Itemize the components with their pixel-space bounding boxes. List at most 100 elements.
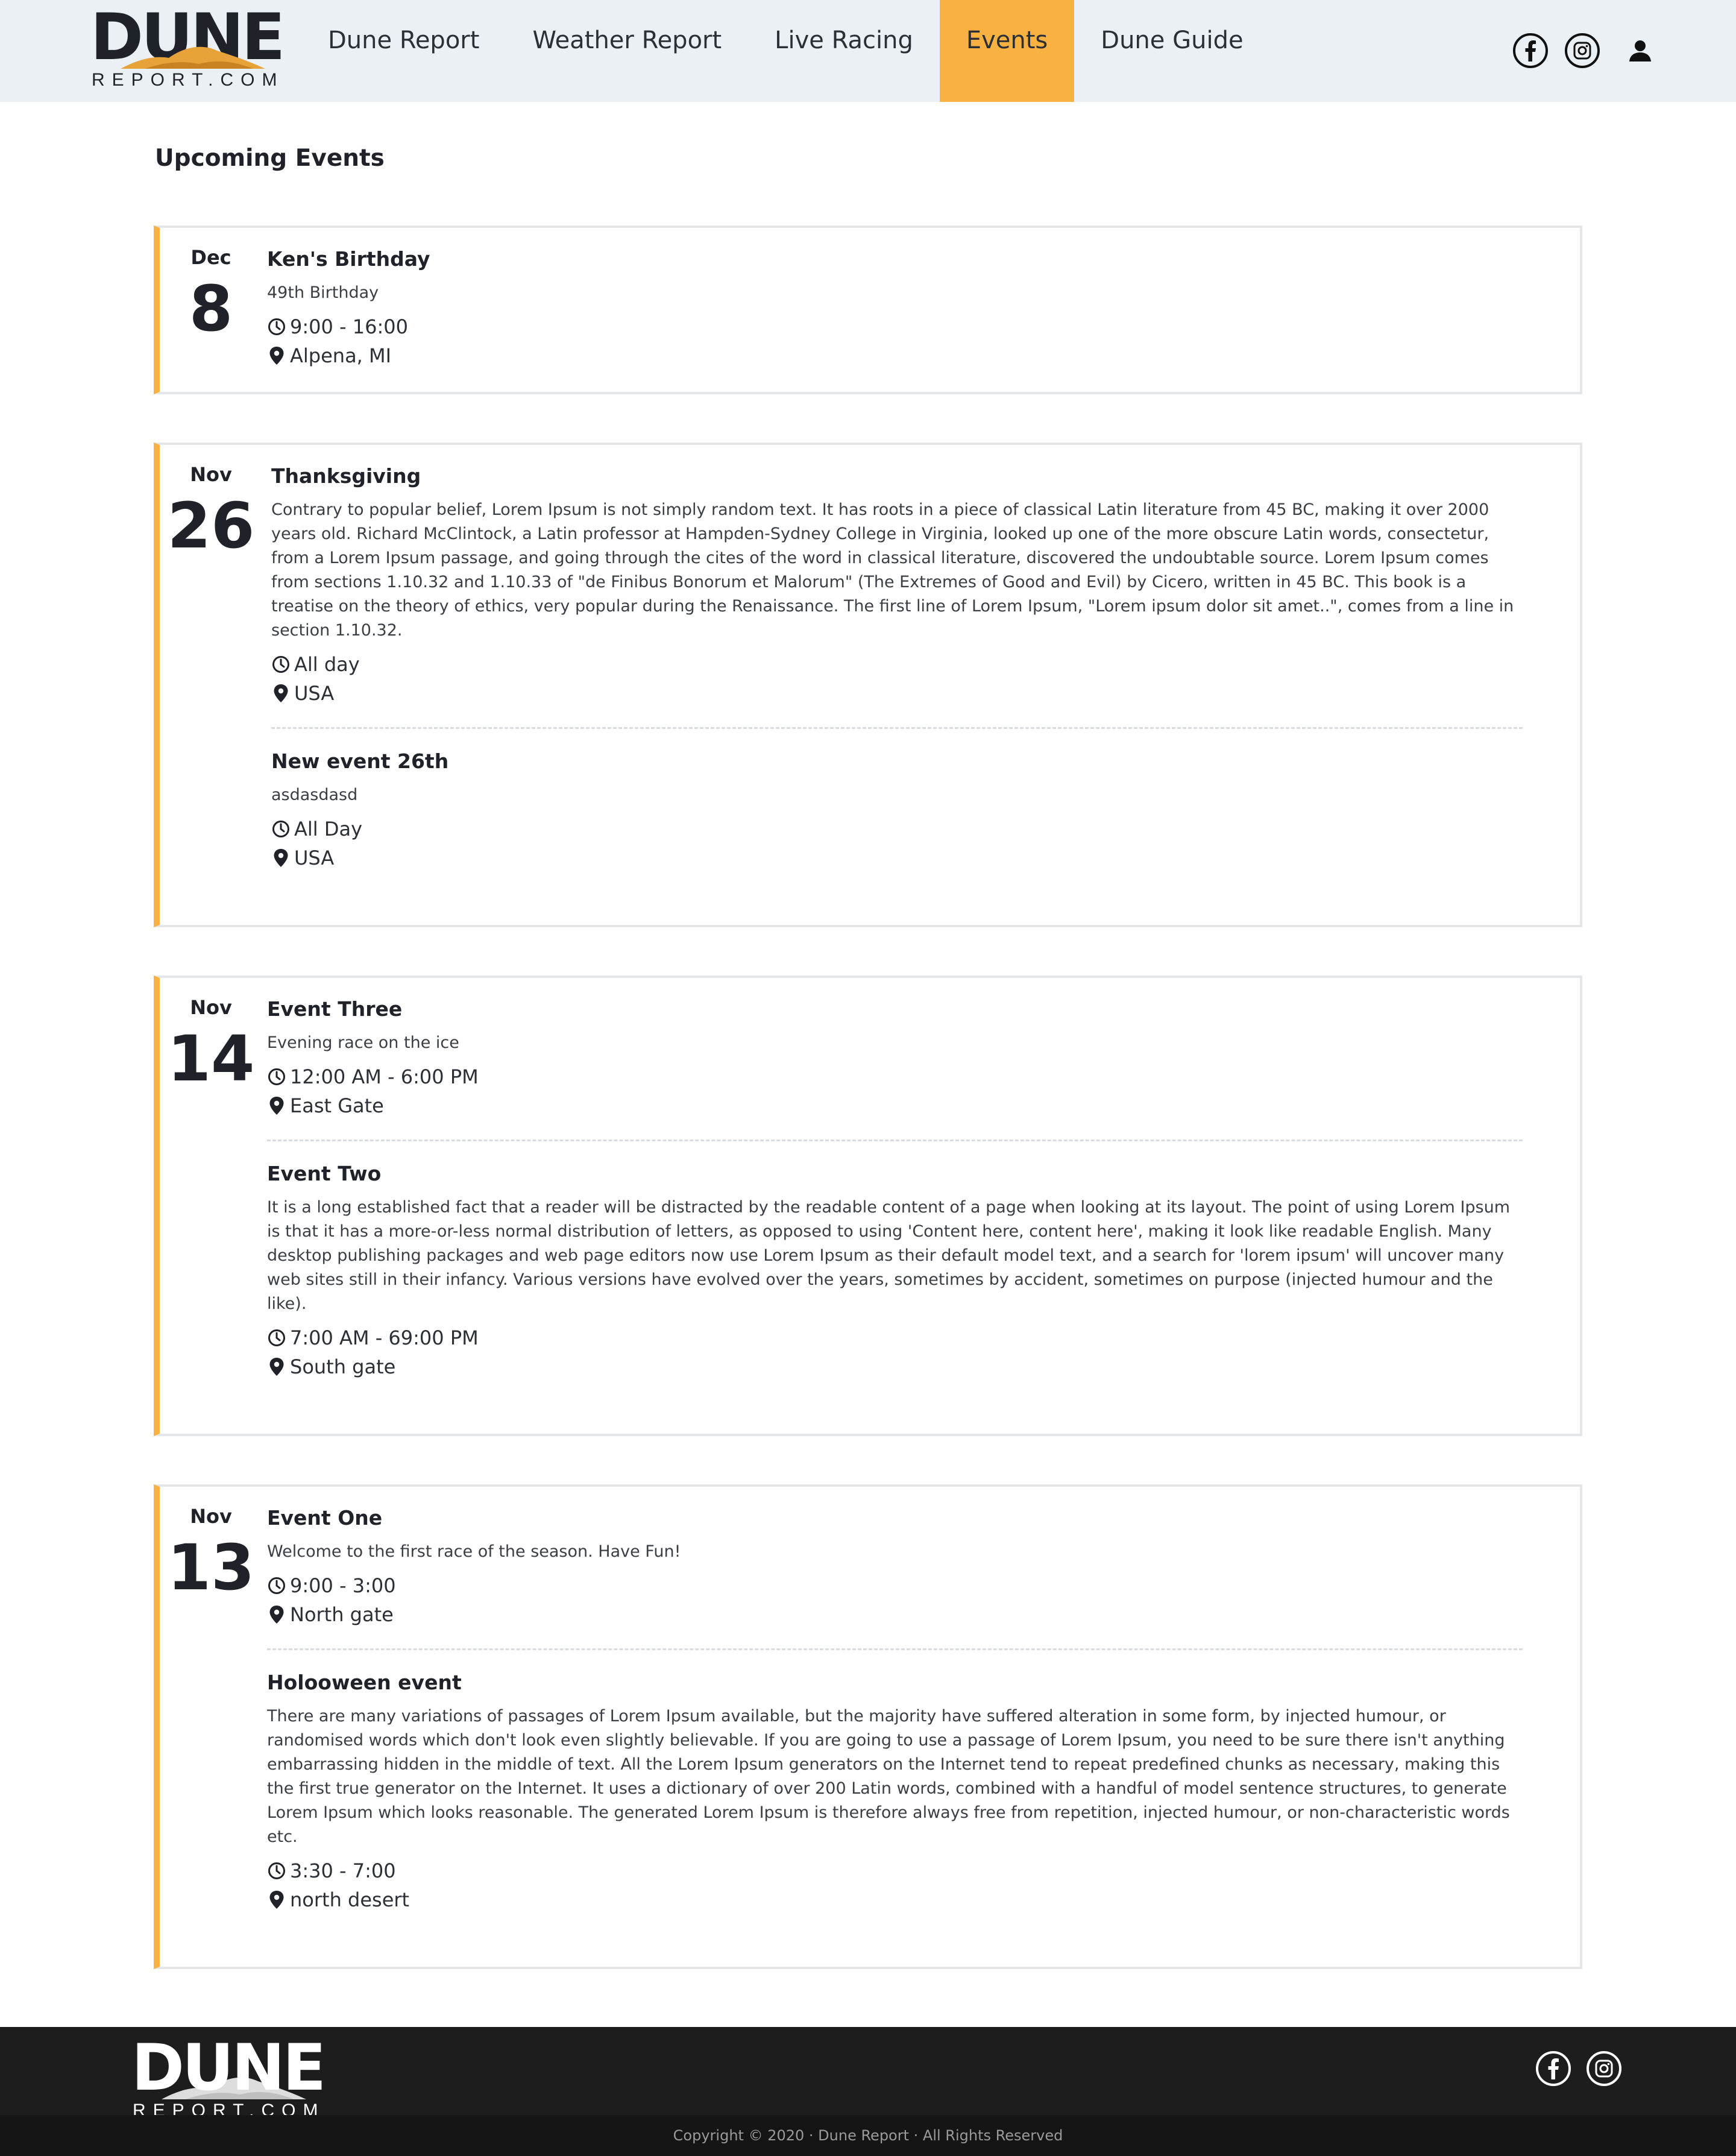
clock-icon xyxy=(272,656,289,673)
event-item: Event Two It is a long established fact … xyxy=(267,1139,1523,1401)
event-time: 9:00 - 3:00 xyxy=(267,1571,1523,1600)
event-meta: 9:00 - 16:00 Alpena, MI xyxy=(267,312,1523,370)
event-month: Dec xyxy=(190,246,231,269)
event-time-text: 12:00 AM - 6:00 PM xyxy=(290,1065,479,1088)
clock-icon xyxy=(268,1862,285,1879)
nav-item-dune-report[interactable]: Dune Report xyxy=(301,0,506,102)
event-day: 26 xyxy=(167,489,255,563)
event-meta: 9:00 - 3:00 North gate xyxy=(267,1571,1523,1629)
event-title[interactable]: Ken's Birthday xyxy=(267,245,1523,274)
event-item: Event One Welcome to the first race of t… xyxy=(267,1504,1523,1648)
event-list: Thanksgiving Contrary to popular belief,… xyxy=(271,462,1523,892)
event-date: Dec 8 xyxy=(160,228,262,345)
footer-logo-dune-graphic xyxy=(162,2077,306,2099)
event-date: Nov 14 xyxy=(160,978,262,1095)
event-location: North gate xyxy=(267,1600,1523,1629)
header-social-icons xyxy=(1513,33,1658,68)
event-location-text: East Gate xyxy=(290,1094,384,1117)
event-card: Dec 8 Ken's Birthday 49th Birthday 9:00 … xyxy=(154,225,1582,394)
event-description: Evening race on the ice xyxy=(267,1033,459,1052)
event-day: 8 xyxy=(189,272,233,345)
event-day: 13 xyxy=(167,1531,255,1604)
event-time-text: 9:00 - 3:00 xyxy=(290,1574,396,1597)
event-card: Nov 13 Event One Welcome to the first ra… xyxy=(154,1484,1582,1969)
event-location: USA xyxy=(271,843,1523,872)
clock-icon xyxy=(268,1329,285,1346)
nav-item-dune-guide[interactable]: Dune Guide xyxy=(1074,0,1269,102)
site-header: DUNE REPORT.COM Dune Report Weather Repo… xyxy=(0,0,1736,102)
event-time: All Day xyxy=(271,815,1523,843)
site-logo[interactable]: DUNE REPORT.COM xyxy=(90,5,285,90)
event-time: 3:30 - 7:00 xyxy=(267,1856,1523,1885)
footer-logo[interactable]: DUNE REPORT.COM xyxy=(131,2036,326,2121)
map-pin-icon xyxy=(274,849,288,867)
main-nav: Dune Report Weather Report Live Racing E… xyxy=(301,0,1270,102)
event-month: Nov xyxy=(190,463,232,486)
map-pin-icon xyxy=(269,1097,284,1115)
nav-item-weather-report[interactable]: Weather Report xyxy=(506,0,748,102)
facebook-icon[interactable] xyxy=(1536,2051,1571,2086)
event-time: 9:00 - 16:00 xyxy=(267,312,1523,341)
event-title[interactable]: Event One xyxy=(267,1504,1523,1533)
event-location-text: USA xyxy=(294,846,335,869)
event-description: It is a long established fact that a rea… xyxy=(267,1198,1511,1313)
event-meta: All Day USA xyxy=(271,815,1523,872)
event-month: Nov xyxy=(190,996,232,1019)
instagram-icon[interactable] xyxy=(1565,33,1600,68)
event-description: Contrary to popular belief, Lorem Ipsum … xyxy=(271,500,1514,640)
event-title[interactable]: Event Three xyxy=(267,995,1523,1024)
event-meta: All day USA xyxy=(271,650,1523,708)
event-description: asdasdasd xyxy=(271,786,358,804)
map-pin-icon xyxy=(269,1891,284,1909)
event-title[interactable]: Holooween event xyxy=(267,1668,1523,1697)
event-location: East Gate xyxy=(267,1091,1523,1120)
copyright-bar: Copyright © 2020 · Dune Report · All Rig… xyxy=(0,2115,1736,2156)
event-location-text: South gate xyxy=(290,1355,396,1378)
event-meta: 3:30 - 7:00 north desert xyxy=(267,1856,1523,1914)
event-time-text: 3:30 - 7:00 xyxy=(290,1859,396,1882)
event-time: 7:00 AM - 69:00 PM xyxy=(267,1323,1523,1352)
event-list: Ken's Birthday 49th Birthday 9:00 - 16:0… xyxy=(267,245,1523,389)
event-list: Event One Welcome to the first race of t… xyxy=(267,1504,1523,1934)
map-pin-icon xyxy=(269,1606,284,1624)
event-location: USA xyxy=(271,679,1523,708)
page-title: Upcoming Events xyxy=(155,145,385,172)
event-date: Nov 26 xyxy=(160,445,262,562)
event-month: Nov xyxy=(190,1505,232,1528)
clock-icon xyxy=(268,318,285,335)
event-item: Holooween event There are many variation… xyxy=(267,1648,1523,1934)
event-card: Nov 14 Event Three Evening race on the i… xyxy=(154,976,1582,1436)
nav-item-live-racing[interactable]: Live Racing xyxy=(748,0,940,102)
facebook-icon[interactable] xyxy=(1513,33,1548,68)
event-meta: 12:00 AM - 6:00 PM East Gate xyxy=(267,1062,1523,1120)
event-time-text: All Day xyxy=(294,818,363,840)
event-time-text: 7:00 AM - 69:00 PM xyxy=(290,1326,479,1349)
event-time: All day xyxy=(271,650,1523,679)
user-icon[interactable] xyxy=(1623,33,1658,68)
event-list: Event Three Evening race on the ice 12:0… xyxy=(267,995,1523,1401)
event-date: Nov 13 xyxy=(160,1487,262,1604)
event-location: Alpena, MI xyxy=(267,341,1523,370)
nav-item-events[interactable]: Events xyxy=(939,0,1075,102)
copyright-text: Copyright © 2020 · Dune Report · All Rig… xyxy=(673,2127,1063,2144)
event-title[interactable]: Thanksgiving xyxy=(271,462,1523,491)
event-location-text: Alpena, MI xyxy=(290,344,392,367)
event-location: north desert xyxy=(267,1885,1523,1914)
event-title[interactable]: New event 26th xyxy=(271,747,1523,776)
instagram-icon[interactable] xyxy=(1587,2051,1621,2086)
event-time: 12:00 AM - 6:00 PM xyxy=(267,1062,1523,1091)
event-description: Welcome to the first race of the season.… xyxy=(267,1542,681,1561)
event-day: 14 xyxy=(167,1022,255,1095)
event-meta: 7:00 AM - 69:00 PM South gate xyxy=(267,1323,1523,1381)
event-time-text: All day xyxy=(294,653,360,676)
event-time-text: 9:00 - 16:00 xyxy=(290,315,408,338)
event-title[interactable]: Event Two xyxy=(267,1159,1523,1188)
event-location-text: North gate xyxy=(290,1603,394,1626)
event-description: 49th Birthday xyxy=(267,283,379,302)
map-pin-icon xyxy=(269,1358,284,1376)
map-pin-icon xyxy=(269,347,284,365)
footer-social-icons xyxy=(1536,2051,1621,2086)
event-item: Event Three Evening race on the ice 12:0… xyxy=(267,995,1523,1139)
event-location-text: USA xyxy=(294,682,335,705)
logo-dune-graphic xyxy=(121,46,265,69)
